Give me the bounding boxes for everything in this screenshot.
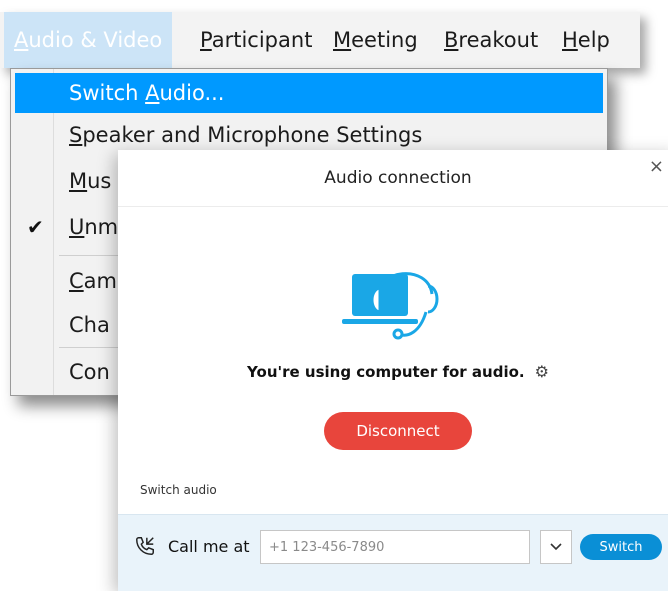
switch-audio-label: Switch audio <box>140 483 217 497</box>
menu-breakout[interactable]: Breakout <box>444 12 538 68</box>
gear-icon[interactable]: ⚙ <box>535 362 549 381</box>
call-me-label: Call me at <box>168 537 250 556</box>
audio-status-text: You're using computer for audio. ⚙ <box>247 362 549 381</box>
chevron-down-icon <box>550 543 562 551</box>
switch-button[interactable]: Switch <box>580 534 662 560</box>
computer-headset-icon <box>342 272 439 340</box>
call-me-bar: Call me at Switch <box>118 514 668 591</box>
audio-connection-dialog: Audio connection × You're using computer… <box>118 150 668 591</box>
menu-audio-video[interactable]: Audio & Video <box>4 12 173 68</box>
menu-participant[interactable]: Participant <box>200 12 312 68</box>
menu-help[interactable]: Help <box>562 12 610 68</box>
disconnect-button[interactable]: Disconnect <box>324 412 472 450</box>
menu-item-speaker-microphone-settings[interactable]: Speaker and Microphone Settings <box>15 115 603 155</box>
checkmark-icon: ✔ <box>27 215 44 239</box>
dialog-title: Audio connection <box>118 150 668 207</box>
phone-number-input[interactable] <box>260 530 530 564</box>
phone-dropdown-toggle[interactable] <box>540 530 572 564</box>
menu-meeting[interactable]: Meeting <box>333 12 418 68</box>
menu-bar: Audio & Video Participant Meeting Breako… <box>0 12 640 68</box>
close-icon[interactable]: × <box>649 156 664 177</box>
phone-incoming-icon <box>136 537 154 555</box>
menu-item-switch-audio[interactable]: Switch Audio... <box>15 73 603 113</box>
